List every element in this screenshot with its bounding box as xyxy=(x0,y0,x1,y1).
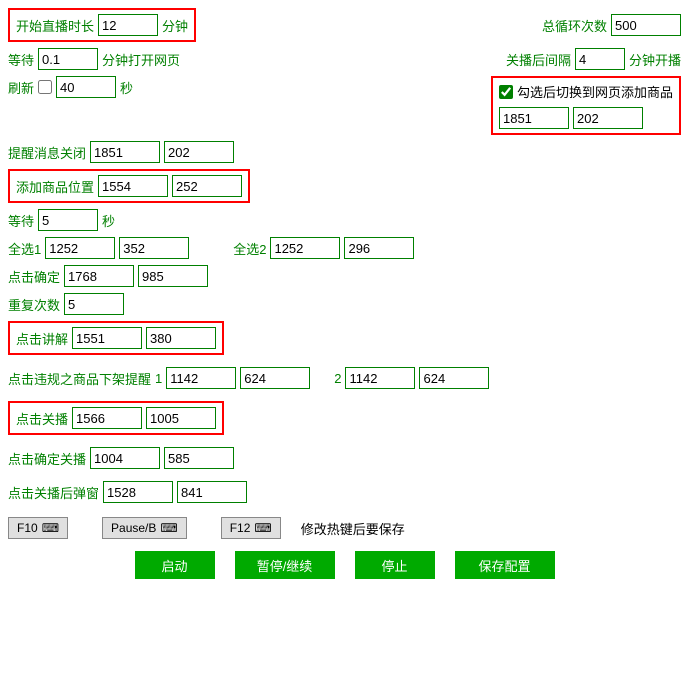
pause-icon: ⌨ xyxy=(160,521,177,535)
start-value-input[interactable] xyxy=(98,14,158,36)
violation-row: 点击违规之商品下架提醒 1 2 xyxy=(8,367,681,389)
f10-hotkey-button[interactable]: F10 ⌨ xyxy=(8,517,68,539)
confirm-click-val1-input[interactable] xyxy=(64,265,134,287)
refresh-checkbox[interactable] xyxy=(38,80,52,94)
selectall2-val1-input[interactable] xyxy=(270,237,340,259)
f10-label: F10 xyxy=(17,521,38,535)
explain-label: 点击讲解 xyxy=(16,329,68,348)
violation-label: 点击违规之商品下架提醒 xyxy=(8,369,151,388)
total-loops-input[interactable] xyxy=(611,14,681,36)
explain-row: 点击讲解 xyxy=(8,321,681,355)
checkbox-val1-input[interactable] xyxy=(499,107,569,129)
explain-val2-input[interactable] xyxy=(146,327,216,349)
action-buttons-row: 启动 暂停/继续 停止 保存配置 xyxy=(8,551,681,579)
violation-val2-input[interactable] xyxy=(240,367,310,389)
start-duration-box: 开始直播时长 分钟 xyxy=(8,8,196,42)
confirm-close-val1-input[interactable] xyxy=(90,447,160,469)
add-goods-checkbox[interactable] xyxy=(499,85,513,99)
wait2-label: 等待 xyxy=(8,211,34,230)
pause-label: Pause/B xyxy=(111,521,156,535)
reminder-val2-input[interactable] xyxy=(164,141,234,163)
close-interval-input[interactable] xyxy=(575,48,625,70)
confirm-click-val2-input[interactable] xyxy=(138,265,208,287)
reminder-label: 提醒消息关闭 xyxy=(8,143,86,162)
selectall1-label: 全选1 xyxy=(8,239,41,258)
wait2-input[interactable] xyxy=(38,209,98,231)
violation-val1-input[interactable] xyxy=(166,367,236,389)
wait1-label: 等待 xyxy=(8,50,34,69)
repeat-row: 重复次数 xyxy=(8,293,681,315)
explain-val1-input[interactable] xyxy=(72,327,142,349)
f12-icon: ⌨ xyxy=(254,521,271,535)
reminder-row: 提醒消息关闭 xyxy=(8,141,681,163)
close-live-box: 点击关播 xyxy=(8,401,224,435)
confirm-close-label: 点击确定关播 xyxy=(8,449,86,468)
hotkey-row: F10 ⌨ Pause/B ⌨ F12 ⌨ 修改热键后要保存 xyxy=(8,517,681,539)
f10-icon: ⌨ xyxy=(42,521,59,535)
selectall2-val2-input[interactable] xyxy=(344,237,414,259)
violation-num1: 1 xyxy=(155,371,162,386)
add-goods-box: 添加商品位置 xyxy=(8,169,250,203)
refresh-unit: 秒 xyxy=(120,78,133,97)
violation-num2: 2 xyxy=(334,371,341,386)
save-button[interactable]: 保存配置 xyxy=(455,551,555,579)
hotkey-hint: 修改热键后要保存 xyxy=(301,519,405,538)
add-goods-val1-input[interactable] xyxy=(98,175,168,197)
close-live-label: 点击关播 xyxy=(16,409,68,428)
confirm-close-row: 点击确定关播 xyxy=(8,447,681,469)
start-label: 开始直播时长 xyxy=(16,16,94,35)
pause-button[interactable]: 暂停/继续 xyxy=(235,551,335,579)
wait1-unit: 分钟打开网页 xyxy=(102,50,180,69)
repeat-input[interactable] xyxy=(64,293,124,315)
refresh-label: 刷新 xyxy=(8,78,34,97)
stop-button[interactable]: 停止 xyxy=(355,551,435,579)
confirm-click-label: 点击确定 xyxy=(8,267,60,286)
add-goods-row: 添加商品位置 xyxy=(8,169,681,203)
reminder-val1-input[interactable] xyxy=(90,141,160,163)
confirm-close-val2-input[interactable] xyxy=(164,447,234,469)
add-goods-checkbox-row: 勾选后切换到网页添加商品 xyxy=(499,82,673,101)
start-duration-row: 开始直播时长 分钟 总循环次数 xyxy=(8,8,681,42)
selectall1-val2-input[interactable] xyxy=(119,237,189,259)
start-unit: 分钟 xyxy=(162,16,188,35)
close-live-val1-input[interactable] xyxy=(72,407,142,429)
explain-box: 点击讲解 xyxy=(8,321,224,355)
close-popup-label: 点击关播后弹窗 xyxy=(8,483,99,502)
close-popup-row: 点击关播后弹窗 xyxy=(8,481,681,503)
f12-hotkey-button[interactable]: F12 ⌨ xyxy=(221,517,281,539)
add-goods-checkbox-label: 勾选后切换到网页添加商品 xyxy=(517,82,673,101)
close-popup-val1-input[interactable] xyxy=(103,481,173,503)
pause-hotkey-button[interactable]: Pause/B ⌨ xyxy=(102,517,187,539)
repeat-label: 重复次数 xyxy=(8,295,60,314)
close-live-val2-input[interactable] xyxy=(146,407,216,429)
violation-val4-input[interactable] xyxy=(419,367,489,389)
refresh-input[interactable] xyxy=(56,76,116,98)
close-interval-label: 关播后间隔 xyxy=(506,50,571,69)
close-unit: 分钟开播 xyxy=(629,50,681,69)
confirm-click-row: 点击确定 xyxy=(8,265,681,287)
close-live-row: 点击关播 xyxy=(8,401,681,435)
selectall-row: 全选1 全选2 xyxy=(8,237,681,259)
violation-val3-input[interactable] xyxy=(345,367,415,389)
wait1-input[interactable] xyxy=(38,48,98,70)
total-loops-label: 总循环次数 xyxy=(542,16,607,35)
start-button[interactable]: 启动 xyxy=(135,551,215,579)
checkbox-val2-input[interactable] xyxy=(573,107,643,129)
add-goods-val2-input[interactable] xyxy=(172,175,242,197)
close-popup-val2-input[interactable] xyxy=(177,481,247,503)
f12-label: F12 xyxy=(230,521,251,535)
selectall2-label: 全选2 xyxy=(233,239,266,258)
wait2-unit: 秒 xyxy=(102,211,115,230)
add-goods-label: 添加商品位置 xyxy=(16,177,94,196)
refresh-row: 刷新 秒 勾选后切换到网页添加商品 xyxy=(8,76,681,135)
wait2-row: 等待 秒 xyxy=(8,209,681,231)
selectall1-val1-input[interactable] xyxy=(45,237,115,259)
wait1-row: 等待 分钟打开网页 关播后间隔 分钟开播 xyxy=(8,48,681,70)
